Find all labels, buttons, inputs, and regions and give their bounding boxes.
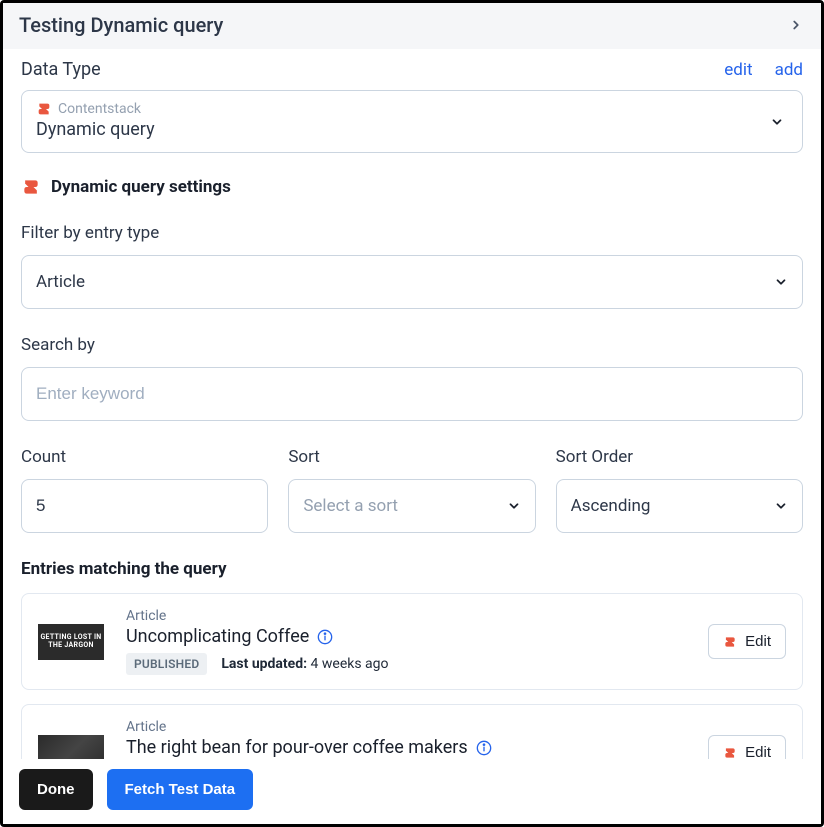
entry-type: Article	[126, 719, 686, 735]
edit-entry-button[interactable]: Edit	[708, 624, 786, 659]
panel-body-wrap: Data Type edit add Contentstack Dynamic …	[3, 49, 821, 824]
entry-thumbnail: GETTING LOST IN THE JARGON	[38, 624, 104, 660]
chevron-down-icon	[774, 499, 788, 513]
count-label: Count	[21, 447, 268, 467]
contentstack-logo-icon	[723, 635, 737, 649]
entry-title-row: The right bean for pour-over coffee make…	[126, 737, 686, 758]
panel-body[interactable]: Data Type edit add Contentstack Dynamic …	[3, 49, 821, 764]
add-link[interactable]: add	[775, 60, 803, 80]
entry-meta: PUBLISHED Last updated: 4 weeks ago	[126, 653, 686, 675]
panel-footer: Done Fetch Test Data	[3, 759, 821, 824]
data-type-provider-row: Contentstack	[36, 101, 788, 117]
sort-value: Select a sort	[303, 496, 398, 516]
filter-by-label: Filter by entry type	[21, 223, 803, 243]
count-field: Count	[21, 447, 268, 533]
sort-field: Sort Select a sort	[288, 447, 535, 533]
data-type-actions: edit add	[724, 60, 803, 80]
fetch-test-data-button[interactable]: Fetch Test Data	[107, 769, 254, 810]
panel-title: Testing Dynamic query	[19, 13, 223, 37]
data-type-select[interactable]: Contentstack Dynamic query	[21, 90, 803, 153]
data-type-label: Data Type	[21, 59, 101, 80]
sort-order-field: Sort Order Ascending	[556, 447, 803, 533]
entry-main: Article Uncomplicating Coffee PUBLISHED …	[126, 608, 686, 675]
data-type-value: Dynamic query	[36, 119, 788, 140]
filter-by-value: Article	[36, 272, 85, 292]
chevron-down-icon	[774, 275, 788, 289]
edit-entry-label: Edit	[745, 633, 771, 650]
collapse-chevron-icon[interactable]	[787, 16, 805, 34]
done-button[interactable]: Done	[19, 769, 93, 810]
info-icon[interactable]	[317, 629, 333, 645]
settings-heading: Dynamic query settings	[51, 177, 231, 197]
entry-title: The right bean for pour-over coffee make…	[126, 737, 468, 758]
status-badge: PUBLISHED	[126, 653, 207, 675]
filter-by-select[interactable]: Article	[21, 255, 803, 309]
entry-card: GETTING LOST IN THE JARGON Article Uncom…	[21, 593, 803, 690]
sort-order-value: Ascending	[571, 496, 651, 516]
count-sort-row: Count Sort Select a sort Sort Order	[21, 447, 803, 533]
contentstack-logo-icon	[36, 101, 52, 117]
data-type-row: Data Type edit add	[21, 59, 803, 80]
last-updated: Last updated: 4 weeks ago	[221, 656, 388, 672]
entry-card: Article The right bean for pour-over cof…	[21, 704, 803, 764]
sort-order-select[interactable]: Ascending	[556, 479, 803, 533]
filter-by-field: Filter by entry type Article	[21, 223, 803, 309]
edit-link[interactable]: edit	[724, 60, 752, 80]
chevron-down-icon	[507, 499, 521, 513]
info-icon[interactable]	[476, 740, 492, 756]
entries-heading: Entries matching the query	[21, 559, 803, 579]
search-by-label: Search by	[21, 335, 803, 355]
entry-type: Article	[126, 608, 686, 624]
contentstack-logo-icon	[21, 177, 41, 197]
data-type-provider: Contentstack	[58, 101, 141, 117]
contentstack-logo-icon	[723, 746, 737, 760]
sort-order-label: Sort Order	[556, 447, 803, 467]
entry-title-row: Uncomplicating Coffee	[126, 626, 686, 647]
entry-main: Article The right bean for pour-over cof…	[126, 719, 686, 764]
count-input[interactable]	[21, 479, 268, 533]
panel-header: Testing Dynamic query	[3, 3, 821, 49]
chevron-down-icon	[770, 115, 784, 129]
settings-heading-row: Dynamic query settings	[21, 177, 803, 197]
sort-select[interactable]: Select a sort	[288, 479, 535, 533]
panel-frame: Testing Dynamic query Data Type edit add…	[0, 0, 824, 827]
search-input[interactable]	[21, 367, 803, 421]
entry-title: Uncomplicating Coffee	[126, 626, 309, 647]
sort-label: Sort	[288, 447, 535, 467]
search-by-field: Search by	[21, 335, 803, 421]
